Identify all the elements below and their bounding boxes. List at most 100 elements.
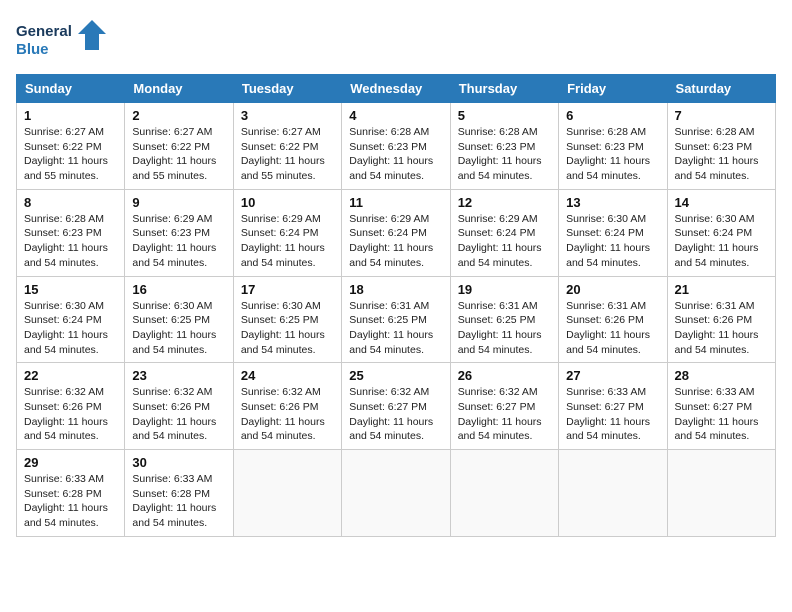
day-info: Sunrise: 6:29 AM Sunset: 6:24 PM Dayligh…	[349, 212, 442, 271]
day-info: Sunrise: 6:32 AM Sunset: 6:26 PM Dayligh…	[132, 385, 225, 444]
calendar-cell: 30 Sunrise: 6:33 AM Sunset: 6:28 PM Dayl…	[125, 450, 233, 537]
weekday-header: Wednesday	[342, 75, 450, 103]
logo-icon: General Blue	[16, 16, 106, 62]
day-number: 12	[458, 195, 551, 210]
calendar-cell: 11 Sunrise: 6:29 AM Sunset: 6:24 PM Dayl…	[342, 189, 450, 276]
calendar-cell: 25 Sunrise: 6:32 AM Sunset: 6:27 PM Dayl…	[342, 363, 450, 450]
calendar-cell: 3 Sunrise: 6:27 AM Sunset: 6:22 PM Dayli…	[233, 103, 341, 190]
calendar-cell: 13 Sunrise: 6:30 AM Sunset: 6:24 PM Dayl…	[559, 189, 667, 276]
day-info: Sunrise: 6:31 AM Sunset: 6:25 PM Dayligh…	[349, 299, 442, 358]
day-info: Sunrise: 6:33 AM Sunset: 6:27 PM Dayligh…	[566, 385, 659, 444]
calendar-cell: 29 Sunrise: 6:33 AM Sunset: 6:28 PM Dayl…	[17, 450, 125, 537]
day-info: Sunrise: 6:30 AM Sunset: 6:24 PM Dayligh…	[566, 212, 659, 271]
calendar-cell: 7 Sunrise: 6:28 AM Sunset: 6:23 PM Dayli…	[667, 103, 775, 190]
day-info: Sunrise: 6:29 AM Sunset: 6:23 PM Dayligh…	[132, 212, 225, 271]
day-number: 19	[458, 282, 551, 297]
weekday-header: Friday	[559, 75, 667, 103]
day-number: 29	[24, 455, 117, 470]
day-number: 11	[349, 195, 442, 210]
svg-text:Blue: Blue	[16, 41, 49, 58]
day-number: 22	[24, 368, 117, 383]
calendar-cell: 24 Sunrise: 6:32 AM Sunset: 6:26 PM Dayl…	[233, 363, 341, 450]
calendar-cell: 17 Sunrise: 6:30 AM Sunset: 6:25 PM Dayl…	[233, 276, 341, 363]
day-number: 1	[24, 108, 117, 123]
calendar-cell: 1 Sunrise: 6:27 AM Sunset: 6:22 PM Dayli…	[17, 103, 125, 190]
logo: General Blue	[16, 16, 106, 62]
day-info: Sunrise: 6:27 AM Sunset: 6:22 PM Dayligh…	[24, 125, 117, 184]
weekday-header: Thursday	[450, 75, 558, 103]
weekday-header: Saturday	[667, 75, 775, 103]
day-info: Sunrise: 6:33 AM Sunset: 6:28 PM Dayligh…	[24, 472, 117, 531]
day-number: 24	[241, 368, 334, 383]
day-number: 10	[241, 195, 334, 210]
calendar-cell	[450, 450, 558, 537]
calendar-week-row: 15 Sunrise: 6:30 AM Sunset: 6:24 PM Dayl…	[17, 276, 776, 363]
day-info: Sunrise: 6:29 AM Sunset: 6:24 PM Dayligh…	[241, 212, 334, 271]
calendar-cell	[667, 450, 775, 537]
calendar-table: SundayMondayTuesdayWednesdayThursdayFrid…	[16, 74, 776, 537]
calendar-cell: 15 Sunrise: 6:30 AM Sunset: 6:24 PM Dayl…	[17, 276, 125, 363]
calendar-cell: 28 Sunrise: 6:33 AM Sunset: 6:27 PM Dayl…	[667, 363, 775, 450]
day-number: 30	[132, 455, 225, 470]
calendar-week-row: 8 Sunrise: 6:28 AM Sunset: 6:23 PM Dayli…	[17, 189, 776, 276]
calendar-cell: 9 Sunrise: 6:29 AM Sunset: 6:23 PM Dayli…	[125, 189, 233, 276]
day-info: Sunrise: 6:28 AM Sunset: 6:23 PM Dayligh…	[24, 212, 117, 271]
page-header: General Blue	[16, 16, 776, 62]
calendar-cell: 23 Sunrise: 6:32 AM Sunset: 6:26 PM Dayl…	[125, 363, 233, 450]
calendar-cell: 16 Sunrise: 6:30 AM Sunset: 6:25 PM Dayl…	[125, 276, 233, 363]
day-number: 20	[566, 282, 659, 297]
day-info: Sunrise: 6:30 AM Sunset: 6:24 PM Dayligh…	[675, 212, 768, 271]
calendar-cell: 8 Sunrise: 6:28 AM Sunset: 6:23 PM Dayli…	[17, 189, 125, 276]
day-info: Sunrise: 6:31 AM Sunset: 6:26 PM Dayligh…	[566, 299, 659, 358]
calendar-cell: 14 Sunrise: 6:30 AM Sunset: 6:24 PM Dayl…	[667, 189, 775, 276]
day-number: 9	[132, 195, 225, 210]
day-info: Sunrise: 6:31 AM Sunset: 6:26 PM Dayligh…	[675, 299, 768, 358]
day-info: Sunrise: 6:28 AM Sunset: 6:23 PM Dayligh…	[349, 125, 442, 184]
calendar-cell: 5 Sunrise: 6:28 AM Sunset: 6:23 PM Dayli…	[450, 103, 558, 190]
day-info: Sunrise: 6:32 AM Sunset: 6:27 PM Dayligh…	[349, 385, 442, 444]
calendar-cell	[559, 450, 667, 537]
day-number: 26	[458, 368, 551, 383]
day-info: Sunrise: 6:27 AM Sunset: 6:22 PM Dayligh…	[132, 125, 225, 184]
day-number: 2	[132, 108, 225, 123]
calendar-cell: 19 Sunrise: 6:31 AM Sunset: 6:25 PM Dayl…	[450, 276, 558, 363]
calendar-cell: 4 Sunrise: 6:28 AM Sunset: 6:23 PM Dayli…	[342, 103, 450, 190]
day-info: Sunrise: 6:32 AM Sunset: 6:26 PM Dayligh…	[24, 385, 117, 444]
day-number: 6	[566, 108, 659, 123]
day-info: Sunrise: 6:33 AM Sunset: 6:28 PM Dayligh…	[132, 472, 225, 531]
calendar-cell: 12 Sunrise: 6:29 AM Sunset: 6:24 PM Dayl…	[450, 189, 558, 276]
day-info: Sunrise: 6:28 AM Sunset: 6:23 PM Dayligh…	[566, 125, 659, 184]
day-number: 17	[241, 282, 334, 297]
calendar-cell: 20 Sunrise: 6:31 AM Sunset: 6:26 PM Dayl…	[559, 276, 667, 363]
svg-text:General: General	[16, 23, 72, 40]
day-info: Sunrise: 6:30 AM Sunset: 6:25 PM Dayligh…	[241, 299, 334, 358]
calendar-cell: 22 Sunrise: 6:32 AM Sunset: 6:26 PM Dayl…	[17, 363, 125, 450]
weekday-header: Sunday	[17, 75, 125, 103]
day-number: 27	[566, 368, 659, 383]
day-number: 5	[458, 108, 551, 123]
day-info: Sunrise: 6:28 AM Sunset: 6:23 PM Dayligh…	[675, 125, 768, 184]
calendar-week-row: 29 Sunrise: 6:33 AM Sunset: 6:28 PM Dayl…	[17, 450, 776, 537]
day-info: Sunrise: 6:32 AM Sunset: 6:27 PM Dayligh…	[458, 385, 551, 444]
calendar-header: SundayMondayTuesdayWednesdayThursdayFrid…	[17, 75, 776, 103]
calendar-cell: 21 Sunrise: 6:31 AM Sunset: 6:26 PM Dayl…	[667, 276, 775, 363]
day-info: Sunrise: 6:30 AM Sunset: 6:25 PM Dayligh…	[132, 299, 225, 358]
day-number: 8	[24, 195, 117, 210]
weekday-header: Tuesday	[233, 75, 341, 103]
day-number: 13	[566, 195, 659, 210]
day-number: 28	[675, 368, 768, 383]
day-info: Sunrise: 6:33 AM Sunset: 6:27 PM Dayligh…	[675, 385, 768, 444]
day-number: 25	[349, 368, 442, 383]
day-number: 14	[675, 195, 768, 210]
weekday-header: Monday	[125, 75, 233, 103]
calendar-week-row: 1 Sunrise: 6:27 AM Sunset: 6:22 PM Dayli…	[17, 103, 776, 190]
day-info: Sunrise: 6:27 AM Sunset: 6:22 PM Dayligh…	[241, 125, 334, 184]
day-number: 18	[349, 282, 442, 297]
calendar-cell: 6 Sunrise: 6:28 AM Sunset: 6:23 PM Dayli…	[559, 103, 667, 190]
day-number: 7	[675, 108, 768, 123]
day-info: Sunrise: 6:29 AM Sunset: 6:24 PM Dayligh…	[458, 212, 551, 271]
calendar-cell: 2 Sunrise: 6:27 AM Sunset: 6:22 PM Dayli…	[125, 103, 233, 190]
calendar-cell: 26 Sunrise: 6:32 AM Sunset: 6:27 PM Dayl…	[450, 363, 558, 450]
day-number: 21	[675, 282, 768, 297]
day-number: 16	[132, 282, 225, 297]
